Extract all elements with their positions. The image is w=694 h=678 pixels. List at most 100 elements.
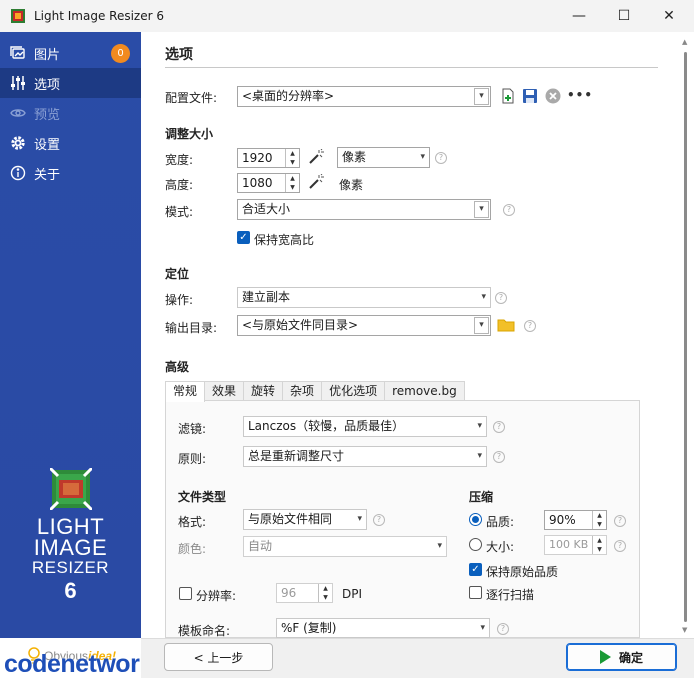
ok-button[interactable]: 确定 bbox=[566, 643, 677, 671]
sidebar-item-preview[interactable]: 预览 bbox=[0, 98, 141, 128]
action-select[interactable]: 建立副本 ▾ bbox=[237, 287, 491, 308]
progressive-label[interactable]: 逐行扫描 bbox=[486, 586, 534, 603]
rule-value: 总是重新调整尺寸 bbox=[248, 449, 345, 463]
filter-value: Lanczos（较慢，品质最佳） bbox=[248, 419, 405, 433]
keep-ratio-checkbox[interactable]: ✓ bbox=[237, 231, 250, 244]
spin-up-icon[interactable]: ▲ bbox=[593, 536, 606, 545]
maximize-button[interactable]: ☐ bbox=[601, 0, 647, 32]
close-window-button[interactable]: ✕ bbox=[646, 0, 692, 32]
tab-rotate[interactable]: 旋转 bbox=[243, 381, 284, 401]
sidebar-item-label: 选项 bbox=[34, 77, 61, 93]
delete-profile-icon[interactable] bbox=[545, 88, 561, 104]
size-label[interactable]: 大小: bbox=[486, 538, 514, 555]
logo-tile-icon bbox=[48, 466, 93, 512]
help-icon[interactable]: ? bbox=[524, 320, 536, 332]
keep-quality-checkbox[interactable]: ✓ bbox=[469, 563, 482, 576]
chevron-down-icon: ▾ bbox=[437, 541, 442, 551]
scroll-up-icon[interactable]: ▲ bbox=[682, 38, 687, 46]
size-stepper[interactable]: 100 KB ▲ ▼ bbox=[544, 535, 607, 555]
chevron-down-icon: ▾ bbox=[420, 152, 425, 162]
height-value: 1080 bbox=[242, 176, 273, 190]
resolution-label[interactable]: 分辨率: bbox=[196, 587, 236, 604]
new-profile-icon[interactable] bbox=[500, 88, 516, 104]
close-icon: ✕ bbox=[663, 8, 675, 24]
tab-general[interactable]: 常规 bbox=[165, 381, 206, 402]
chevron-down-icon: ▾ bbox=[477, 451, 482, 461]
quality-value: 90% bbox=[549, 513, 576, 527]
tab-removebg[interactable]: remove.bg bbox=[384, 381, 465, 401]
spin-up-icon[interactable]: ▲ bbox=[286, 174, 299, 183]
keep-quality-label[interactable]: 保持原始品质 bbox=[486, 563, 558, 580]
profile-select[interactable]: <桌面的分辨率> ▾ bbox=[237, 86, 491, 107]
tab-misc[interactable]: 杂项 bbox=[282, 381, 323, 401]
progressive-checkbox[interactable] bbox=[469, 586, 482, 599]
help-icon[interactable]: ? bbox=[614, 515, 626, 527]
spin-down-icon[interactable]: ▼ bbox=[286, 158, 299, 167]
checkmark-icon: ✓ bbox=[239, 232, 248, 243]
image-count-badge: 0 bbox=[111, 44, 130, 63]
help-icon[interactable]: ? bbox=[373, 514, 385, 526]
spin-down-icon[interactable]: ▼ bbox=[319, 593, 332, 602]
help-icon[interactable]: ? bbox=[493, 451, 505, 463]
minimize-icon: — bbox=[572, 8, 586, 24]
help-icon[interactable]: ? bbox=[493, 421, 505, 433]
output-dir-select[interactable]: <与原始文件同目录> ▾ bbox=[237, 315, 491, 336]
tab-optimize[interactable]: 优化选项 bbox=[321, 381, 386, 401]
unit-select[interactable]: 像素 ▾ bbox=[337, 147, 430, 168]
magic-wand-icon[interactable] bbox=[308, 173, 324, 190]
product-logo: LIGHT IMAGE RESIZER 6 bbox=[0, 466, 141, 604]
action-value: 建立副本 bbox=[242, 290, 291, 304]
template-select[interactable]: %F (复制) ▾ bbox=[276, 618, 490, 638]
template-value: %F (复制) bbox=[281, 621, 337, 635]
gear-icon bbox=[10, 135, 26, 151]
width-label: 宽度: bbox=[165, 153, 194, 167]
height-stepper[interactable]: 1080 ▲ ▼ bbox=[237, 173, 300, 193]
folder-icon[interactable] bbox=[497, 317, 515, 333]
mode-select[interactable]: 合适大小 ▾ bbox=[237, 199, 491, 220]
title-divider bbox=[165, 67, 658, 68]
scrollbar-thumb[interactable] bbox=[684, 52, 687, 622]
format-select[interactable]: 与原始文件相同 ▾ bbox=[243, 509, 367, 530]
more-options-icon[interactable]: ••• bbox=[567, 88, 593, 102]
resolution-stepper[interactable]: 96 ▲ ▼ bbox=[276, 583, 333, 603]
spin-up-icon[interactable]: ▲ bbox=[319, 584, 332, 593]
compression-heading: 压缩 bbox=[469, 490, 494, 504]
spin-down-icon[interactable]: ▼ bbox=[286, 183, 299, 192]
sidebar-item-about[interactable]: 关于 bbox=[0, 158, 141, 188]
sidebar-item-images[interactable]: 图片 0 bbox=[0, 38, 141, 68]
quality-stepper[interactable]: 90% ▲ ▼ bbox=[544, 510, 607, 530]
format-value: 与原始文件相同 bbox=[248, 512, 333, 526]
spin-up-icon[interactable]: ▲ bbox=[286, 149, 299, 158]
help-icon[interactable]: ? bbox=[435, 152, 447, 164]
sidebar-item-settings[interactable]: 设置 bbox=[0, 128, 141, 158]
spin-down-icon[interactable]: ▼ bbox=[593, 545, 606, 554]
sidebar-item-options[interactable]: 选项 bbox=[0, 68, 141, 98]
back-button[interactable]: < 上一步 bbox=[164, 643, 273, 671]
sidebar-item-label: 预览 bbox=[34, 107, 61, 123]
color-select[interactable]: 自动 ▾ bbox=[243, 536, 447, 557]
spin-down-icon[interactable]: ▼ bbox=[593, 520, 606, 529]
output-dir-label: 输出目录: bbox=[165, 321, 218, 335]
sidebar-item-label: 图片 bbox=[34, 47, 61, 63]
resolution-checkbox[interactable] bbox=[179, 587, 192, 600]
help-icon[interactable]: ? bbox=[614, 540, 626, 552]
scroll-down-icon[interactable]: ▼ bbox=[682, 626, 687, 634]
help-icon[interactable]: ? bbox=[495, 292, 507, 304]
help-icon[interactable]: ? bbox=[497, 623, 509, 635]
spin-up-icon[interactable]: ▲ bbox=[593, 511, 606, 520]
logo-text-resizer: RESIZER bbox=[31, 558, 110, 577]
height-unit: 像素 bbox=[339, 178, 364, 192]
quality-radio[interactable] bbox=[469, 513, 482, 526]
magic-wand-icon[interactable] bbox=[308, 148, 324, 165]
keep-ratio-label[interactable]: 保持宽高比 bbox=[254, 231, 314, 248]
tab-effects[interactable]: 效果 bbox=[204, 381, 245, 401]
size-radio[interactable] bbox=[469, 538, 482, 551]
save-profile-icon[interactable] bbox=[522, 88, 538, 104]
minimize-button[interactable]: — bbox=[556, 0, 602, 32]
filter-select[interactable]: Lanczos（较慢，品质最佳） ▾ bbox=[243, 416, 487, 437]
width-stepper[interactable]: 1920 ▲ ▼ bbox=[237, 148, 300, 168]
rule-select[interactable]: 总是重新调整尺寸 ▾ bbox=[243, 446, 487, 467]
quality-label[interactable]: 品质: bbox=[486, 513, 514, 530]
help-icon[interactable]: ? bbox=[503, 204, 515, 216]
resize-heading: 调整大小 bbox=[165, 127, 214, 141]
